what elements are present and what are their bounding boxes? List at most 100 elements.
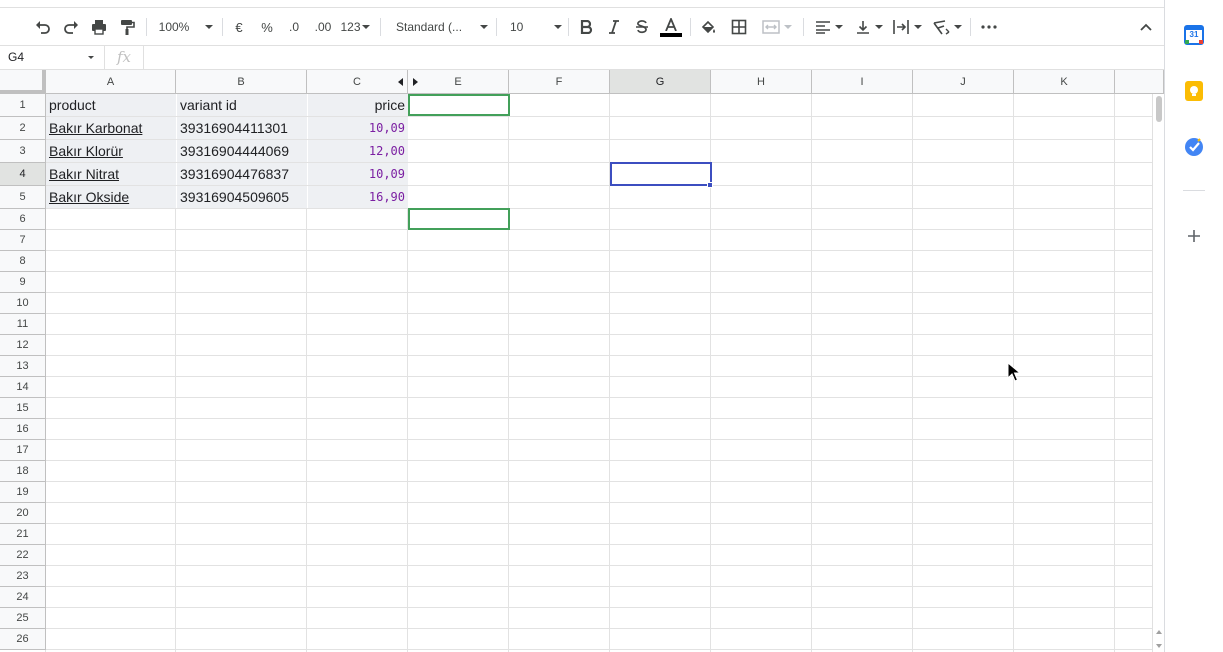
percent-format-button[interactable]: % [256, 8, 278, 46]
row-header-7[interactable]: 7 [0, 230, 46, 251]
cell-B3[interactable]: 39316904444069 [177, 140, 307, 162]
row-header-18[interactable]: 18 [0, 461, 46, 482]
row-header-19[interactable]: 19 [0, 482, 46, 503]
fill-color-button[interactable] [698, 8, 720, 46]
column-header-A[interactable]: A [46, 70, 176, 94]
more-options-button[interactable] [978, 8, 1000, 46]
currency-format-button[interactable]: € [228, 8, 250, 46]
name-box[interactable]: G4 [0, 46, 101, 69]
row-header-1[interactable]: 1 [0, 94, 46, 117]
grid-row-line [46, 502, 1152, 503]
chevron-down-icon [361, 25, 370, 29]
keep-app-button[interactable] [1183, 80, 1205, 102]
cell-A4[interactable]: Bakır Nitrat [46, 163, 176, 185]
row-header-14[interactable]: 14 [0, 377, 46, 398]
cell-A5[interactable]: Bakır Okside [46, 186, 176, 208]
calendar-app-button[interactable]: 31 [1183, 24, 1205, 46]
column-header-H[interactable]: H [711, 70, 812, 94]
row-header-22[interactable]: 22 [0, 545, 46, 566]
grid-row-line [46, 313, 1152, 314]
row-header-3[interactable]: 3 [0, 140, 46, 163]
strikethrough-button[interactable] [631, 8, 653, 46]
row-header-17[interactable]: 17 [0, 440, 46, 461]
horizontal-align-button[interactable] [812, 8, 846, 46]
column-header-K[interactable]: K [1014, 70, 1115, 94]
merge-cells-button[interactable] [758, 8, 796, 46]
column-header-I[interactable]: I [812, 70, 913, 94]
column-header-G[interactable]: G [610, 70, 711, 94]
row-header-4[interactable]: 4 [0, 163, 46, 186]
font-family-select[interactable]: Standard (... [390, 8, 488, 46]
tasks-app-button[interactable] [1183, 136, 1205, 158]
bold-button[interactable] [575, 8, 597, 46]
cell-B4[interactable]: 39316904476837 [177, 163, 307, 185]
fill-handle[interactable] [707, 182, 713, 188]
cell-C4[interactable]: 10,09 [308, 163, 408, 185]
select-all-corner[interactable] [0, 70, 46, 94]
row-header-23[interactable]: 23 [0, 566, 46, 587]
row-header-26[interactable]: 26 [0, 629, 46, 650]
row-header-21[interactable]: 21 [0, 524, 46, 545]
scrollbar-thumb[interactable] [1156, 96, 1162, 122]
grid-row-line [46, 376, 1152, 377]
print-button[interactable] [88, 8, 110, 46]
row-header-2[interactable]: 2 [0, 117, 46, 140]
row-header-5[interactable]: 5 [0, 186, 46, 209]
row-header-11[interactable]: 11 [0, 314, 46, 335]
cell-A1[interactable]: product [46, 94, 176, 116]
column-header-C[interactable]: C [307, 70, 408, 94]
redo-button[interactable] [60, 8, 82, 46]
text-color-button[interactable] [659, 8, 683, 46]
row-header-24[interactable]: 24 [0, 587, 46, 608]
hidden-column-right-arrow-icon[interactable] [413, 78, 418, 86]
text-rotation-button[interactable] [930, 8, 964, 46]
active-cell-selection[interactable] [610, 162, 712, 186]
hidden-column-left-arrow-icon[interactable] [398, 78, 403, 86]
paint-format-button[interactable] [116, 8, 138, 46]
row-header-13[interactable]: 13 [0, 356, 46, 377]
chevron-down-icon [205, 25, 214, 29]
decrease-decimals-button[interactable]: .0 [282, 8, 306, 46]
column-header-E[interactable]: E [408, 70, 509, 94]
formula-input[interactable] [146, 46, 1162, 69]
row-header-9[interactable]: 9 [0, 272, 46, 293]
cell-B2[interactable]: 39316904411301 [177, 117, 307, 139]
cell-A2[interactable]: Bakır Karbonat [46, 117, 176, 139]
vertical-scrollbar[interactable] [1152, 94, 1164, 652]
row-header-10[interactable]: 10 [0, 293, 46, 314]
cell-C5[interactable]: 16,90 [308, 186, 408, 208]
cell-B5[interactable]: 39316904509605 [177, 186, 307, 208]
row-header-8[interactable]: 8 [0, 251, 46, 272]
cell-A3[interactable]: Bakır Klorür [46, 140, 176, 162]
column-header-J[interactable]: J [913, 70, 1014, 94]
scroll-up-icon[interactable] [1156, 630, 1162, 634]
row-header-6[interactable]: 6 [0, 209, 46, 230]
row-header-20[interactable]: 20 [0, 503, 46, 524]
undo-button[interactable] [32, 8, 54, 46]
cell-C1[interactable]: price [308, 94, 408, 116]
grid-row-line [46, 586, 1152, 587]
cell-B1[interactable]: variant id [177, 94, 307, 116]
cell-C2[interactable]: 10,09 [308, 117, 408, 139]
highlighted-cell-E6[interactable] [408, 208, 510, 230]
more-formats-button[interactable]: 123 [338, 8, 372, 46]
row-header-16[interactable]: 16 [0, 419, 46, 440]
column-header-B[interactable]: B [176, 70, 307, 94]
lightbulb-icon [1185, 81, 1203, 101]
vertical-align-button[interactable] [852, 8, 886, 46]
text-wrapping-button[interactable] [890, 8, 924, 46]
row-header-12[interactable]: 12 [0, 335, 46, 356]
column-header-F[interactable]: F [509, 70, 610, 94]
get-addons-button[interactable] [1183, 225, 1205, 247]
cell-C3[interactable]: 12,00 [308, 140, 408, 162]
scroll-down-icon[interactable] [1156, 644, 1162, 648]
highlighted-cell-E1[interactable] [408, 94, 510, 116]
row-header-15[interactable]: 15 [0, 398, 46, 419]
italic-button[interactable] [603, 8, 625, 46]
borders-button[interactable] [728, 8, 750, 46]
font-size-select[interactable]: 10 [504, 8, 562, 46]
increase-decimals-button[interactable]: .00 [310, 8, 336, 46]
zoom-select[interactable]: 100% [156, 8, 216, 46]
collapse-menus-button[interactable] [1135, 8, 1157, 46]
row-header-25[interactable]: 25 [0, 608, 46, 629]
